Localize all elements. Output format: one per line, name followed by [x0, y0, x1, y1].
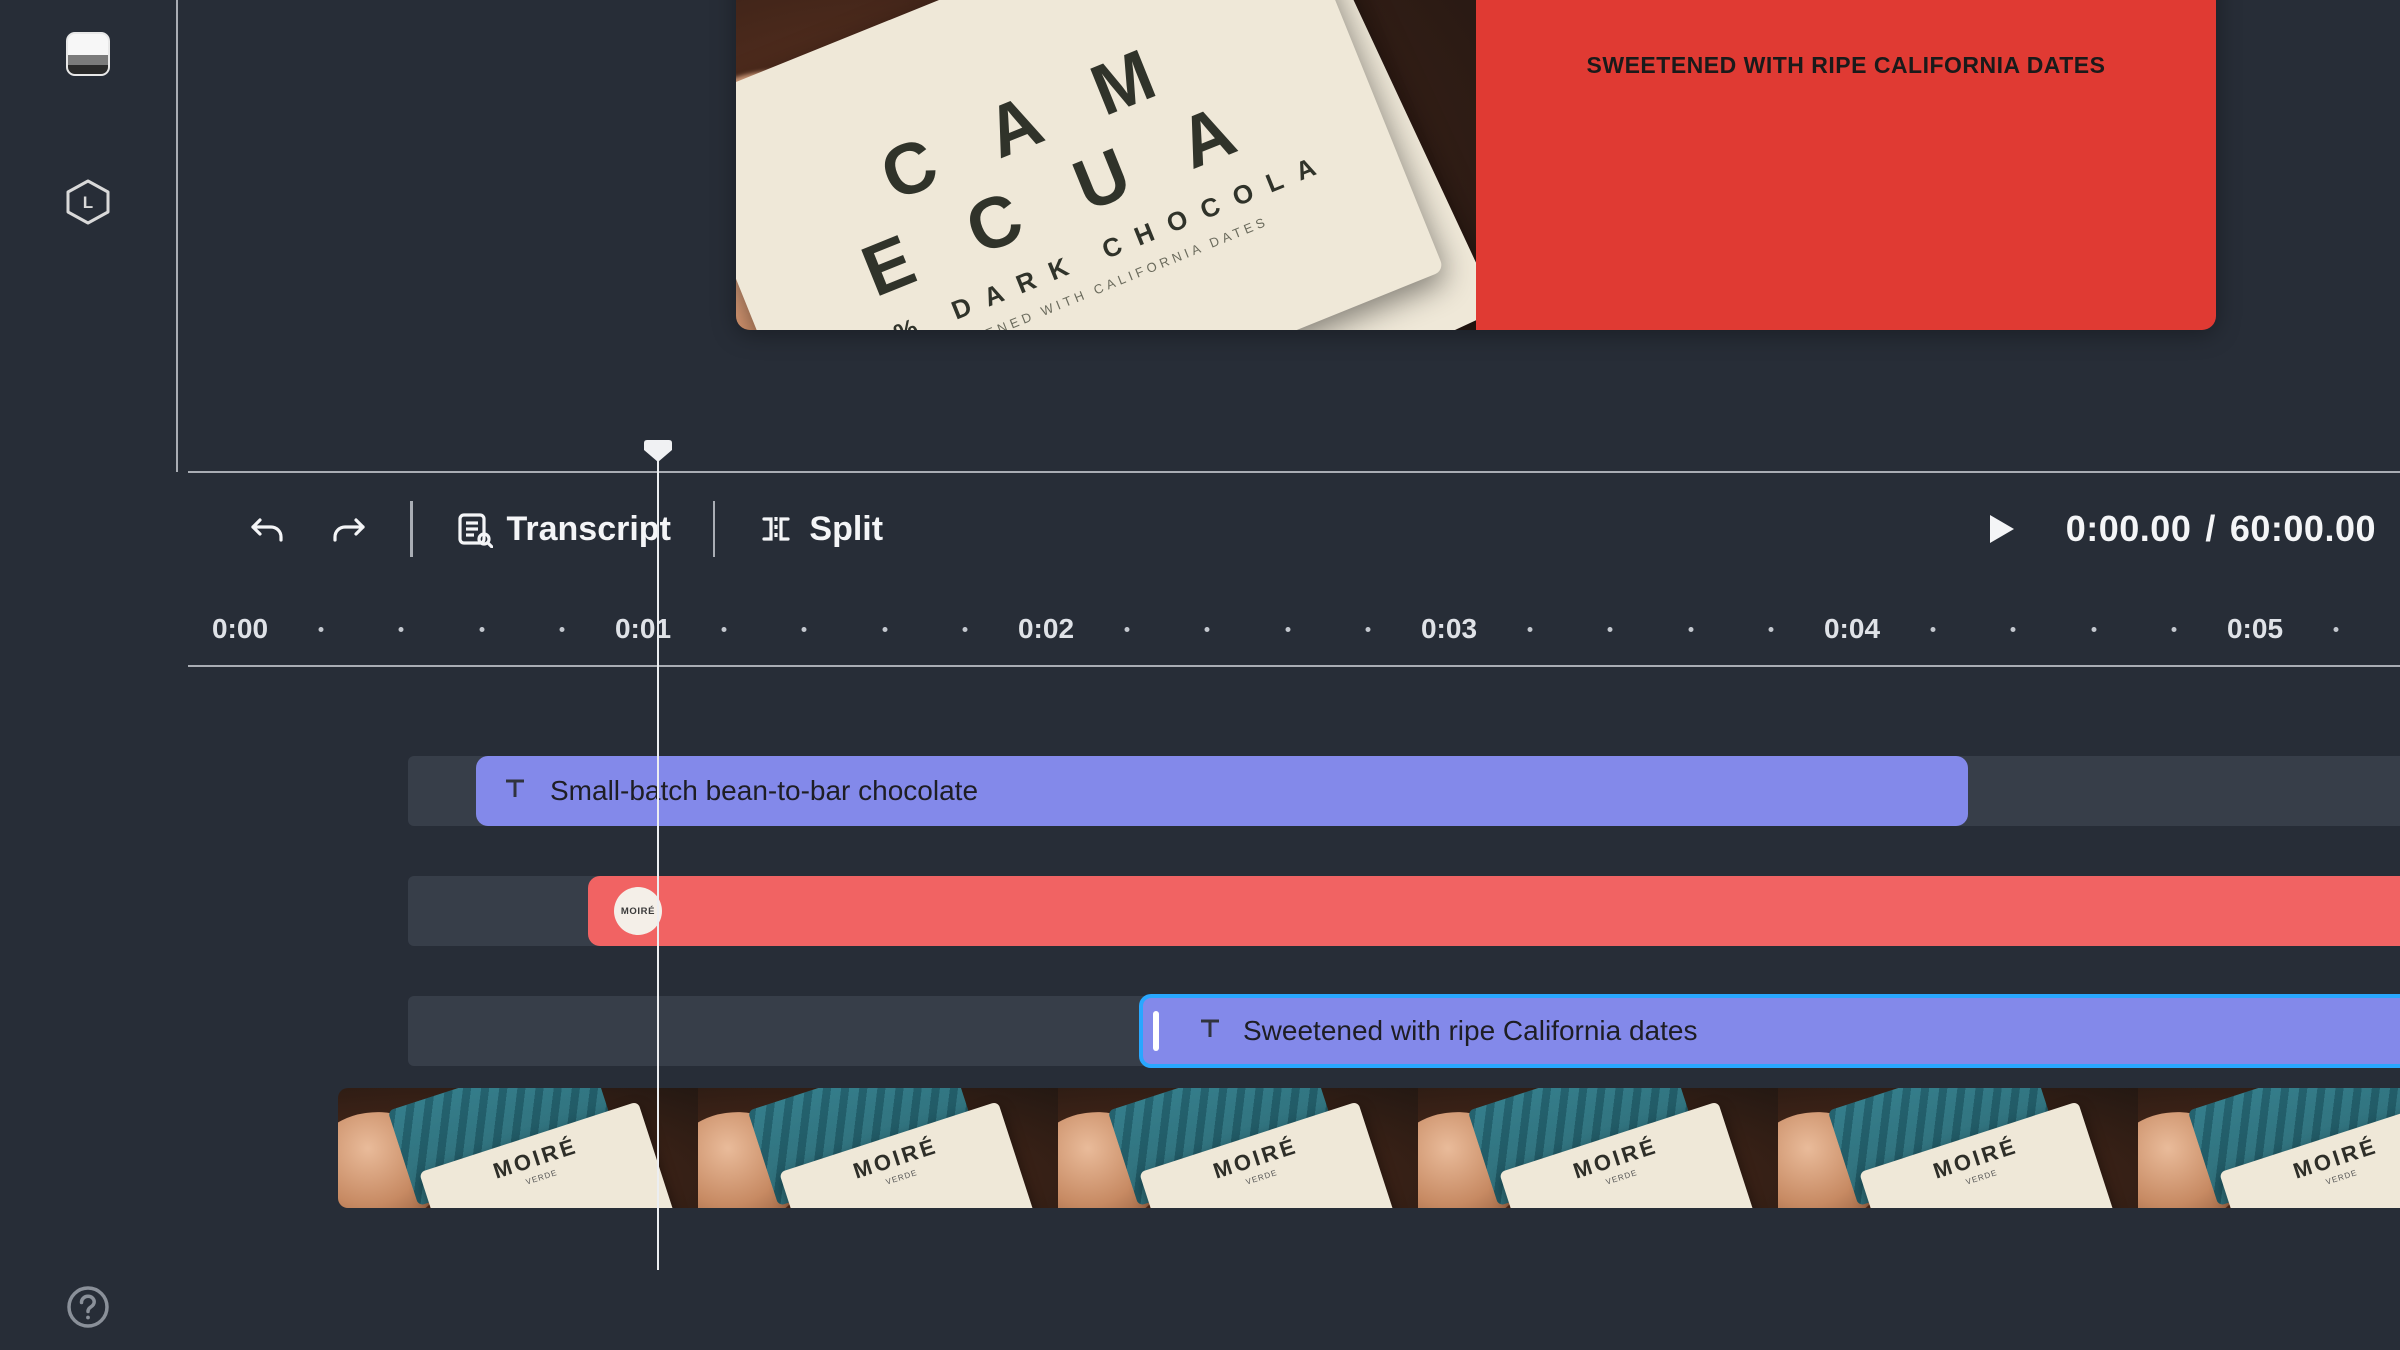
ruler-tick	[1527, 627, 1532, 632]
text-clip-2-label: Sweetened with ripe California dates	[1243, 1015, 1697, 1047]
help-icon	[65, 1284, 111, 1330]
transcript-button[interactable]: Transcript	[451, 500, 675, 559]
text-icon	[502, 775, 528, 808]
preview-overlay-text: SWEETENED WITH RIPE CALIFORNIA DATES	[1587, 52, 2106, 79]
filmstrip-track[interactable]: MOIRÉVERDEMOIRÉVERDEMOIRÉVERDEMOIRÉVERDE…	[338, 1088, 2400, 1208]
ruler-label: 0:00	[212, 613, 268, 645]
ruler-tick	[1205, 627, 1210, 632]
ruler-tick	[721, 627, 726, 632]
preview-right-frame: SWEETENED WITH RIPE CALIFORNIA DATES	[1476, 0, 2216, 330]
undo-icon	[248, 510, 286, 548]
media-library-button[interactable]	[62, 28, 114, 80]
left-sidebar: L	[0, 0, 176, 1350]
text-clip-1[interactable]: Small-batch bean-to-bar chocolate	[476, 756, 1968, 826]
split-button[interactable]: Split	[753, 500, 887, 559]
track-row-video: MOIRÉ	[248, 876, 2400, 946]
editor-main: C A M E C U A 70% DARK CHOCOLA SWEETENED…	[178, 0, 2400, 1350]
hexagon-icon: L	[62, 176, 114, 228]
transcript-label: Transcript	[507, 510, 671, 549]
timeline-tracks: Small-batch bean-to-bar chocolate MOIRÉ …	[188, 668, 2400, 1350]
playhead-handle[interactable]	[644, 440, 672, 462]
timecode-total: 60:00.00	[2230, 508, 2376, 550]
play-icon	[1982, 511, 2018, 547]
ruler-label: 0:01	[615, 613, 671, 645]
ruler-tick	[963, 627, 968, 632]
redo-button[interactable]	[326, 500, 372, 558]
filmstrip-frame[interactable]: MOIRÉVERDE	[1058, 1088, 1418, 1208]
track-row-text-2: Sweetened with ripe California dates	[248, 996, 2400, 1066]
ruler-tick	[802, 627, 807, 632]
ruler-tick	[560, 627, 565, 632]
play-button[interactable]	[1978, 501, 2022, 557]
toolbar-separator-1	[410, 501, 413, 557]
filmstrip-frame[interactable]: MOIRÉVERDE	[1418, 1088, 1778, 1208]
help-button[interactable]	[0, 1284, 176, 1330]
transcript-icon	[455, 510, 493, 548]
ruler-tick	[2333, 627, 2338, 632]
ruler-tick	[1688, 627, 1693, 632]
ruler-tick	[399, 627, 404, 632]
ruler-tick	[2172, 627, 2177, 632]
filmstrip-frame[interactable]: MOIRÉVERDE	[1778, 1088, 2138, 1208]
ruler-tick	[1366, 627, 1371, 632]
video-clip-badge: MOIRÉ	[614, 887, 662, 935]
text-clip-1-label: Small-batch bean-to-bar chocolate	[550, 775, 978, 807]
undo-button[interactable]	[244, 500, 290, 558]
preview-card-front: C A M E C U A 70% DARK CHOCOLA SWEETENED…	[736, 0, 1444, 330]
media-library-icon	[66, 32, 110, 76]
filmstrip-frame[interactable]: MOIRÉVERDE	[338, 1088, 698, 1208]
filmstrip-frame[interactable]: MOIRÉVERDE	[698, 1088, 1058, 1208]
ruler-tick	[2091, 627, 2096, 632]
preview-left-frame: C A M E C U A 70% DARK CHOCOLA SWEETENED…	[736, 0, 1476, 330]
ruler-label: 0:02	[1018, 613, 1074, 645]
timecode-display: 0:00.00 / 60:00.00	[2066, 508, 2376, 550]
timeline-ruler[interactable]: 0:00 0:01 0:02 0:03 0:04 0:05	[188, 585, 2400, 667]
video-clip[interactable]: MOIRÉ	[588, 876, 2400, 946]
ruler-tick	[1124, 627, 1129, 632]
ruler-tick	[318, 627, 323, 632]
timecode-current: 0:00.00	[2066, 508, 2192, 550]
timeline-toolbar: Transcript Split 0:00.00 / 60:00.00	[188, 473, 2400, 585]
svg-text:L: L	[83, 193, 93, 212]
text-icon	[1197, 1015, 1223, 1048]
ruler-tick	[1930, 627, 1935, 632]
track-row-text-1: Small-batch bean-to-bar chocolate	[248, 756, 2400, 826]
redo-icon	[330, 510, 368, 548]
ruler-tick	[1769, 627, 1774, 632]
toolbar-separator-2	[713, 501, 716, 557]
ruler-tick	[882, 627, 887, 632]
ruler-tick	[1285, 627, 1290, 632]
video-preview[interactable]: C A M E C U A 70% DARK CHOCOLA SWEETENED…	[736, 0, 2216, 330]
text-clip-2-selected[interactable]: Sweetened with ripe California dates	[1139, 994, 2400, 1068]
layers-button[interactable]: L	[62, 176, 114, 228]
ruler-label: 0:03	[1421, 613, 1477, 645]
split-label: Split	[809, 510, 883, 549]
timecode-separator: /	[2205, 508, 2216, 550]
ruler-tick	[479, 627, 484, 632]
playhead-line[interactable]	[657, 460, 659, 1270]
ruler-tick	[2011, 627, 2016, 632]
ruler-label: 0:04	[1824, 613, 1880, 645]
ruler-tick	[1608, 627, 1613, 632]
clip-trim-handle-left[interactable]	[1153, 1011, 1159, 1051]
split-icon	[757, 510, 795, 548]
filmstrip-frame[interactable]: MOIRÉVERDE	[2138, 1088, 2400, 1208]
ruler-label: 0:05	[2227, 613, 2283, 645]
